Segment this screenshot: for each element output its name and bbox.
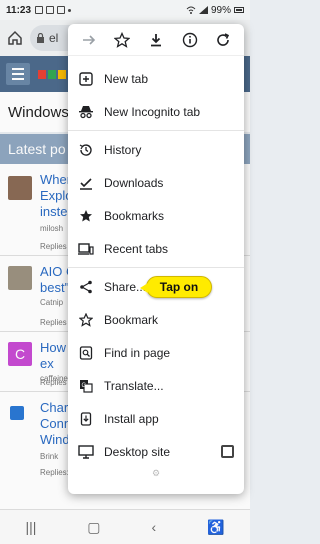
menu-item-new-incognito-tab[interactable]: New Incognito tab xyxy=(68,95,244,128)
menu-item-label: Install app xyxy=(104,411,159,426)
tap-on-callout: Tap on xyxy=(140,276,212,298)
new-tab-icon xyxy=(78,71,94,87)
desktop-icon xyxy=(78,444,94,460)
menu-toolbar xyxy=(68,24,244,56)
menu-item-find-in-page[interactable]: Find in page xyxy=(68,336,244,369)
menu-item-label: Recent tabs xyxy=(104,241,169,256)
battery-text: 99% xyxy=(210,4,231,16)
downloads-icon xyxy=(78,175,94,191)
overflow-menu: New tab New Incognito tab History Downlo… xyxy=(68,24,244,494)
menu-divider xyxy=(68,267,244,268)
bookmarks-icon xyxy=(78,208,94,224)
battery-icon xyxy=(234,7,244,13)
menu-item-install-app[interactable]: Install app xyxy=(68,402,244,435)
notification-icon xyxy=(35,6,44,14)
wifi-icon xyxy=(186,6,196,14)
menu-scroll-hint: ⚙ xyxy=(151,467,161,478)
menu-item-bookmark[interactable]: Bookmark xyxy=(68,303,244,336)
menu-divider xyxy=(68,130,244,131)
notification-icons xyxy=(35,6,72,14)
status-time: 11:23 xyxy=(6,4,32,16)
menu-item-label: Find in page xyxy=(104,345,171,360)
message-icon xyxy=(57,6,66,14)
menu-item-label: Downloads xyxy=(104,175,164,190)
menu-item-label: New tab xyxy=(104,71,149,86)
desktop-site-checkbox[interactable] xyxy=(221,445,234,458)
menu-item-downloads[interactable]: Downloads xyxy=(68,166,244,199)
menu-item-bookmarks[interactable]: Bookmarks xyxy=(68,199,244,232)
menu-item-label: Bookmarks xyxy=(104,208,165,223)
history-icon xyxy=(78,142,94,158)
incognito-icon xyxy=(78,104,94,120)
menu-item-recent-tabs[interactable]: Recent tabs xyxy=(68,232,244,265)
menu-item-label: Translate... xyxy=(104,378,164,393)
system-nav-bar: ||| ▢ ‹ ♿ xyxy=(0,510,250,544)
back-icon[interactable]: ‹ xyxy=(151,519,156,535)
accessibility-icon[interactable]: ♿ xyxy=(207,519,224,536)
gallery-icon xyxy=(46,6,55,14)
menu-item-label: Desktop site xyxy=(104,444,171,459)
translate-icon: G xyxy=(78,378,94,394)
menu-item-desktop-site[interactable]: Desktop site xyxy=(68,435,244,468)
menu-item-label: History xyxy=(104,142,142,157)
signal-icon xyxy=(198,6,208,14)
bookmark-outline-icon xyxy=(78,312,94,328)
home-button-icon[interactable]: ▢ xyxy=(87,519,100,536)
status-right: 99% xyxy=(186,5,244,16)
bookmark-star-icon[interactable] xyxy=(111,29,133,51)
refresh-icon[interactable] xyxy=(212,29,234,51)
recent-tabs-icon xyxy=(78,241,94,257)
menu-item-history[interactable]: History xyxy=(68,133,244,166)
share-icon xyxy=(78,279,94,295)
install-app-icon xyxy=(78,411,94,427)
forward-icon[interactable] xyxy=(78,29,100,51)
recent-apps-icon[interactable]: ||| xyxy=(25,519,36,535)
menu-items: New tab New Incognito tab History Downlo… xyxy=(68,56,244,478)
menu-item-label: Bookmark xyxy=(104,312,159,327)
find-icon xyxy=(78,345,94,361)
more-dot-icon xyxy=(68,8,72,12)
info-icon[interactable] xyxy=(179,29,201,51)
svg-text:G: G xyxy=(82,383,87,389)
download-icon[interactable] xyxy=(145,29,167,51)
menu-item-new-tab[interactable]: New tab xyxy=(68,62,244,95)
menu-item-label: New Incognito tab xyxy=(104,104,201,119)
menu-item-translate[interactable]: G Translate... xyxy=(68,369,244,402)
status-bar: 11:23 99% xyxy=(0,0,250,20)
